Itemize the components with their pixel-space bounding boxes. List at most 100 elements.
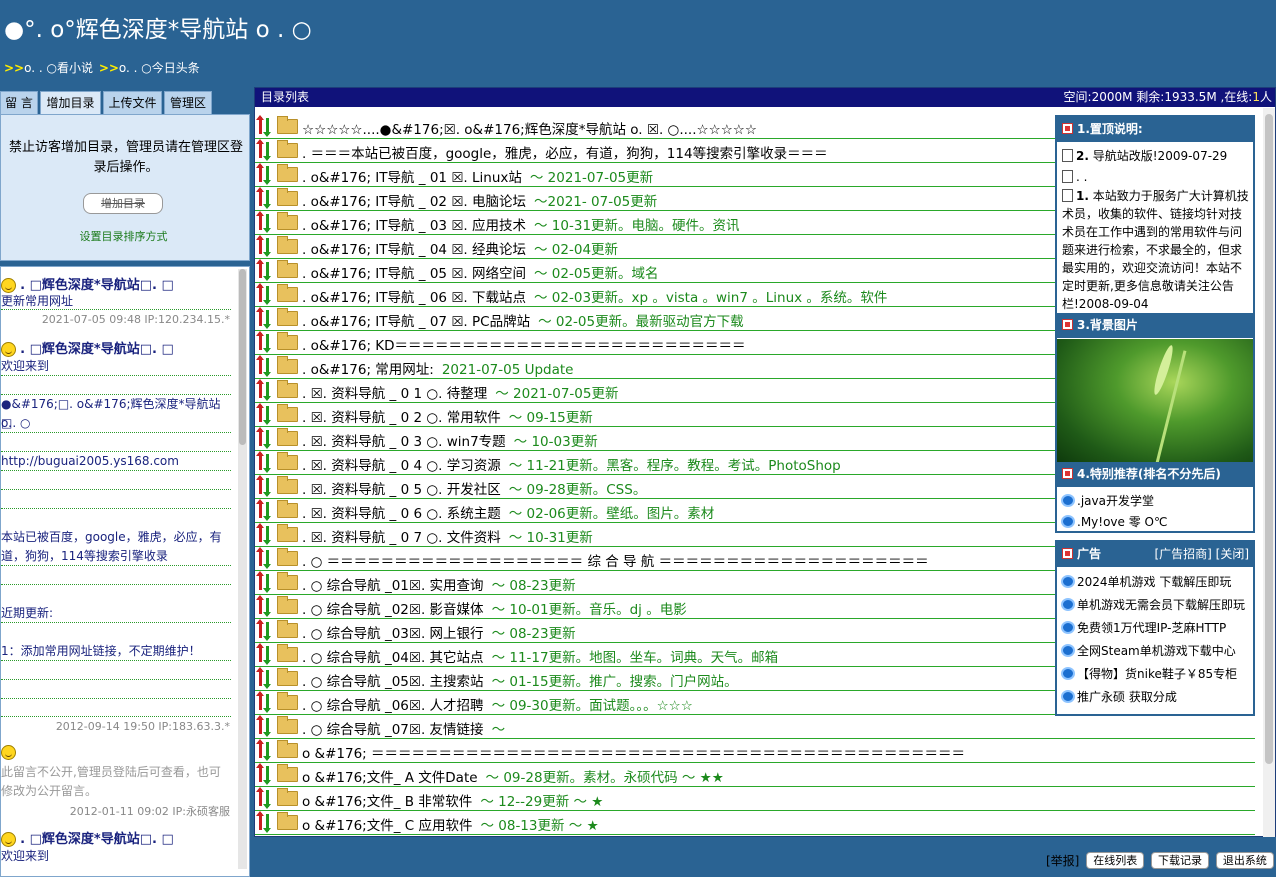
directory-label[interactable]: o &#176;文件_ A 文件Date ～ 09-28更新。素材。永硕代码 ～ … [302,766,724,786]
download-log-button[interactable]: 下载记录 [1151,852,1210,869]
arrow-up-icon[interactable] [256,139,264,158]
ad-header-links[interactable]: [广告招商] [关闭] [1154,542,1249,567]
directory-label[interactable]: . ☒. 资料导航 _ 0 1 ○. 待整理 ～ 2021-07-05更新 [302,382,618,402]
directory-label[interactable]: . ☒. 资料导航 _ 0 7 ○. 文件资料 ～ 10-31更新 [302,526,593,546]
arrow-down-icon[interactable] [263,262,271,281]
sort-arrows-icon[interactable] [256,139,271,161]
arrow-down-icon[interactable] [263,694,271,713]
arrow-up-icon[interactable] [256,331,264,350]
sort-arrows-icon[interactable] [256,163,271,185]
sort-arrows-icon[interactable] [256,187,271,209]
arrow-up-icon[interactable] [256,283,264,302]
sort-arrows-icon[interactable] [256,403,271,425]
arrow-up-icon[interactable] [256,403,264,422]
directory-label[interactable]: . ☒. 资料导航 _ 0 2 ○. 常用软件 ～ 09-15更新 [302,406,593,426]
arrow-up-icon[interactable] [256,451,264,470]
notice-item[interactable]: 1. 本站致力于服务广大计算机技术员，收集的软件、链接均针对技术员在工作中遇到的… [1062,187,1250,313]
directory-label[interactable]: . ○ 综合导航 _02☒. 影音媒体 ～ 10-01更新。音乐。dj 。电影 [302,598,687,618]
sort-arrows-icon[interactable] [256,379,271,401]
arrow-down-icon[interactable] [263,310,271,329]
arrow-up-icon[interactable] [256,115,264,134]
arrow-up-icon[interactable] [256,259,264,278]
recommend-link[interactable]: .java开发学堂 [1061,492,1154,509]
directory-label[interactable]: . ○ 综合导航 _05☒. 主搜索站 ～ 01-15更新。推广。搜索。门户网站。 [302,670,738,690]
directory-label[interactable]: . ＝＝＝本站已被百度，google，雅虎，必应，有道，狗狗，114等搜索引擎收… [302,142,836,162]
sort-arrows-icon[interactable] [256,715,271,737]
arrow-down-icon[interactable] [263,790,271,809]
arrow-up-icon[interactable] [256,787,264,806]
arrow-down-icon[interactable] [263,286,271,305]
arrow-up-icon[interactable] [256,499,264,518]
sort-arrows-icon[interactable] [256,307,271,329]
guestbook-link[interactable]: http://buguai2005.ys168.com [1,452,231,471]
tab-guestbook[interactable]: 留 言 [0,91,38,115]
sort-arrows-icon[interactable] [256,811,271,833]
directory-label[interactable]: . o&#176; IT导航 _ 07 ☒. PC品牌站 ～ 02-05更新。最新… [302,310,744,330]
sort-arrows-icon[interactable] [256,619,271,641]
arrow-down-icon[interactable] [263,766,271,785]
sort-arrows-icon[interactable] [256,499,271,521]
notice-item[interactable]: 2. 导航站改版!2009-07-29 [1062,147,1250,165]
online-list-button[interactable]: 在线列表 [1086,852,1145,869]
arrow-down-icon[interactable] [263,406,271,425]
directory-label[interactable]: o &#176;文件_ C 应用软件 ～ 08-13更新 ～ ★ [302,814,599,834]
directory-label[interactable]: o &#176;文件_ B 非常软件 ～ 12--29更新 ～ ★ [302,790,603,810]
sort-arrows-icon[interactable] [256,571,271,593]
arrow-up-icon[interactable] [256,811,264,830]
arrow-up-icon[interactable] [256,739,264,758]
directory-label[interactable]: . ○ 综合导航 _04☒. 其它站点 ～ 11-17更新。地图。坐车。词典。天气… [302,646,778,666]
arrow-down-icon[interactable] [263,430,271,449]
guestbook-list[interactable]: . □辉色深度*导航站□. □ 更新常用网址 2021-07-05 09:48 … [0,266,250,877]
tab-admin[interactable]: 管理区 [164,91,212,115]
add-directory-button[interactable]: 增加目录 [83,193,163,214]
logout-button[interactable]: 退出系统 [1215,852,1274,869]
scrollbar-thumb[interactable] [239,269,246,445]
directory-row[interactable]: o &#176;文件_ C 应用软件 ～ 08-13更新 ～ ★ [255,811,1255,835]
sort-arrows-icon[interactable] [256,547,271,569]
report-link[interactable]: [举报] [1046,854,1079,868]
directory-label[interactable]: . ○ 综合导航 _01☒. 实用查询 ～ 08-23更新 [302,574,576,594]
arrow-down-icon[interactable] [263,598,271,617]
sort-arrows-icon[interactable] [256,763,271,785]
sort-arrows-icon[interactable] [256,259,271,281]
arrow-up-icon[interactable] [256,187,264,206]
arrow-down-icon[interactable] [263,622,271,641]
sort-arrows-icon[interactable] [256,235,271,257]
arrow-down-icon[interactable] [263,550,271,569]
arrow-down-icon[interactable] [263,214,271,233]
arrow-down-icon[interactable] [263,454,271,473]
arrow-down-icon[interactable] [263,238,271,257]
directory-label[interactable]: . ☒. 资料导航 _ 0 6 ○. 系统主题 ～ 02-06更新。壁纸。图片。素… [302,502,714,522]
ad-link[interactable]: 单机游戏无需会员下载解压即玩 [1061,596,1245,613]
arrow-down-icon[interactable] [263,718,271,737]
directory-row[interactable]: . ○ 综合导航 _07☒. 友情链接 ～ [255,715,1255,739]
ad-link[interactable]: 全网Steam单机游戏下载中心 [1061,642,1236,659]
tab-add-directory[interactable]: 增加目录 [40,91,101,116]
arrow-up-icon[interactable] [256,475,264,494]
recommend-link[interactable]: .My!ove 零 O℃ [1061,513,1167,530]
arrow-up-icon[interactable] [256,427,264,446]
directory-label[interactable]: . ○ ＝＝＝＝＝＝＝＝＝＝＝＝＝＝＝＝＝＝＝ 综 合 导 航 ＝＝＝＝＝＝＝＝… [302,550,937,570]
arrow-down-icon[interactable] [263,118,271,137]
directory-label[interactable]: . o&#176; IT导航 _ 01 ☒. Linux站 ～ 2021-07-0… [302,166,653,186]
arrow-down-icon[interactable] [263,358,271,377]
directory-label[interactable]: . ☒. 资料导航 _ 0 3 ○. win7专题 ～ 10-03更新 [302,430,598,450]
arrow-up-icon[interactable] [256,715,264,734]
arrow-up-icon[interactable] [256,691,264,710]
arrow-down-icon[interactable] [263,166,271,185]
arrow-up-icon[interactable] [256,379,264,398]
arrow-down-icon[interactable] [263,646,271,665]
arrow-down-icon[interactable] [263,526,271,545]
sort-arrows-icon[interactable] [256,451,271,473]
directory-label[interactable]: . o&#176; 常用网址: 2021-07-05 Update [302,358,573,378]
sort-arrows-icon[interactable] [256,283,271,305]
directory-label[interactable]: . o&#176; IT导航 _ 05 ☒. 网络空间 ～ 02-05更新。域名 [302,262,659,282]
sort-arrows-icon[interactable] [256,667,271,689]
arrow-down-icon[interactable] [263,814,271,833]
arrow-up-icon[interactable] [256,523,264,542]
arrow-up-icon[interactable] [256,163,264,182]
sort-arrows-icon[interactable] [256,475,271,497]
directory-row[interactable]: o &#176;文件_ A 文件Date ～ 09-28更新。素材。永硕代码 ～ … [255,763,1255,787]
nav-link-novel[interactable]: o. . ○看小说 [24,61,93,75]
arrow-up-icon[interactable] [256,571,264,590]
